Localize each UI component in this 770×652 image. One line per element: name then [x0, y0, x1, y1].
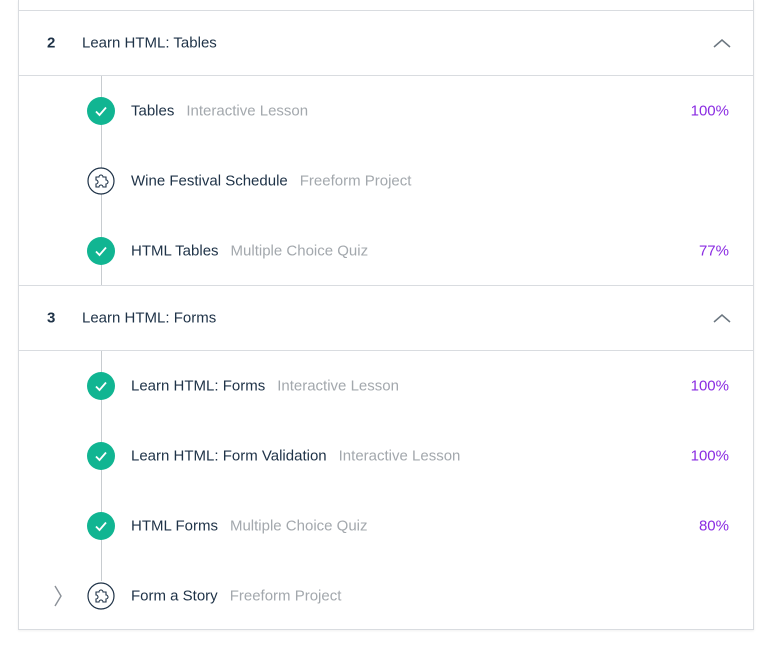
- puzzle-icon: [87, 167, 115, 195]
- section-number: 3: [47, 309, 56, 327]
- lesson-row-learn-html-form-validation[interactable]: Learn HTML: Form Validation Interactive L…: [19, 421, 753, 491]
- lesson-type: Interactive Lesson: [338, 447, 461, 465]
- syllabus-card: 2 Learn HTML: Tables Tables Interactive L…: [18, 0, 754, 630]
- progress-percent: 80%: [698, 517, 729, 535]
- project-row-form-a-story[interactable]: Form a Story Freeform Project: [19, 561, 753, 631]
- project-row-wine-festival-schedule[interactable]: Wine Festival Schedule Freeform Project: [19, 146, 753, 216]
- section-title: Learn HTML: Tables: [82, 34, 217, 52]
- lesson-row-learn-html-forms[interactable]: Learn HTML: Forms Interactive Lesson 100%: [19, 351, 753, 421]
- project-title: Wine Festival Schedule: [131, 172, 288, 190]
- project-label: Form a Story Freeform Project: [131, 588, 341, 605]
- quiz-row-html-forms[interactable]: HTML Forms Multiple Choice Quiz 80%: [19, 491, 753, 561]
- section-number: 2: [47, 34, 56, 52]
- lesson-label: Tables Interactive Lesson: [131, 103, 308, 120]
- section-header-learn-html-forms[interactable]: 3 Learn HTML: Forms: [19, 285, 753, 351]
- section-title: Learn HTML: Forms: [82, 309, 217, 327]
- lesson-row-tables[interactable]: Tables Interactive Lesson 100%: [19, 76, 753, 146]
- lesson-type: Interactive Lesson: [186, 102, 309, 120]
- quiz-title: HTML Tables: [131, 242, 219, 260]
- lesson-label: Learn HTML: Form Validation Interactive L…: [131, 448, 460, 465]
- chevron-up-icon[interactable]: [713, 38, 731, 48]
- lesson-label: Learn HTML: Forms Interactive Lesson: [131, 378, 399, 395]
- project-type: Freeform Project: [299, 172, 412, 190]
- chevron-right-icon[interactable]: [53, 585, 63, 607]
- checkmark-icon: [87, 442, 115, 470]
- lesson-title: Tables: [131, 102, 175, 120]
- quiz-title: HTML Forms: [131, 517, 218, 535]
- section-header-learn-html-tables[interactable]: 2 Learn HTML: Tables: [19, 11, 753, 76]
- checkmark-icon: [87, 97, 115, 125]
- project-title: Form a Story: [131, 587, 218, 605]
- checkmark-icon: [87, 237, 115, 265]
- quiz-row-html-tables[interactable]: HTML Tables Multiple Choice Quiz 77%: [19, 216, 753, 286]
- quiz-type: Multiple Choice Quiz: [230, 242, 369, 260]
- lesson-title: Learn HTML: Forms: [131, 377, 266, 395]
- quiz-type: Multiple Choice Quiz: [229, 517, 368, 535]
- lesson-title: Learn HTML: Form Validation: [131, 447, 327, 465]
- puzzle-icon: [87, 582, 115, 610]
- checkmark-icon: [87, 372, 115, 400]
- chevron-up-icon[interactable]: [713, 313, 731, 323]
- project-label: Wine Festival Schedule Freeform Project: [131, 173, 411, 190]
- checkmark-icon: [87, 512, 115, 540]
- quiz-label: HTML Tables Multiple Choice Quiz: [131, 243, 368, 260]
- progress-percent: 77%: [698, 242, 729, 260]
- progress-percent: 100%: [690, 102, 729, 120]
- quiz-label: HTML Forms Multiple Choice Quiz: [131, 518, 368, 535]
- project-type: Freeform Project: [229, 587, 342, 605]
- lesson-type: Interactive Lesson: [277, 377, 399, 395]
- progress-percent: 100%: [690, 377, 729, 395]
- progress-percent: 100%: [690, 447, 729, 465]
